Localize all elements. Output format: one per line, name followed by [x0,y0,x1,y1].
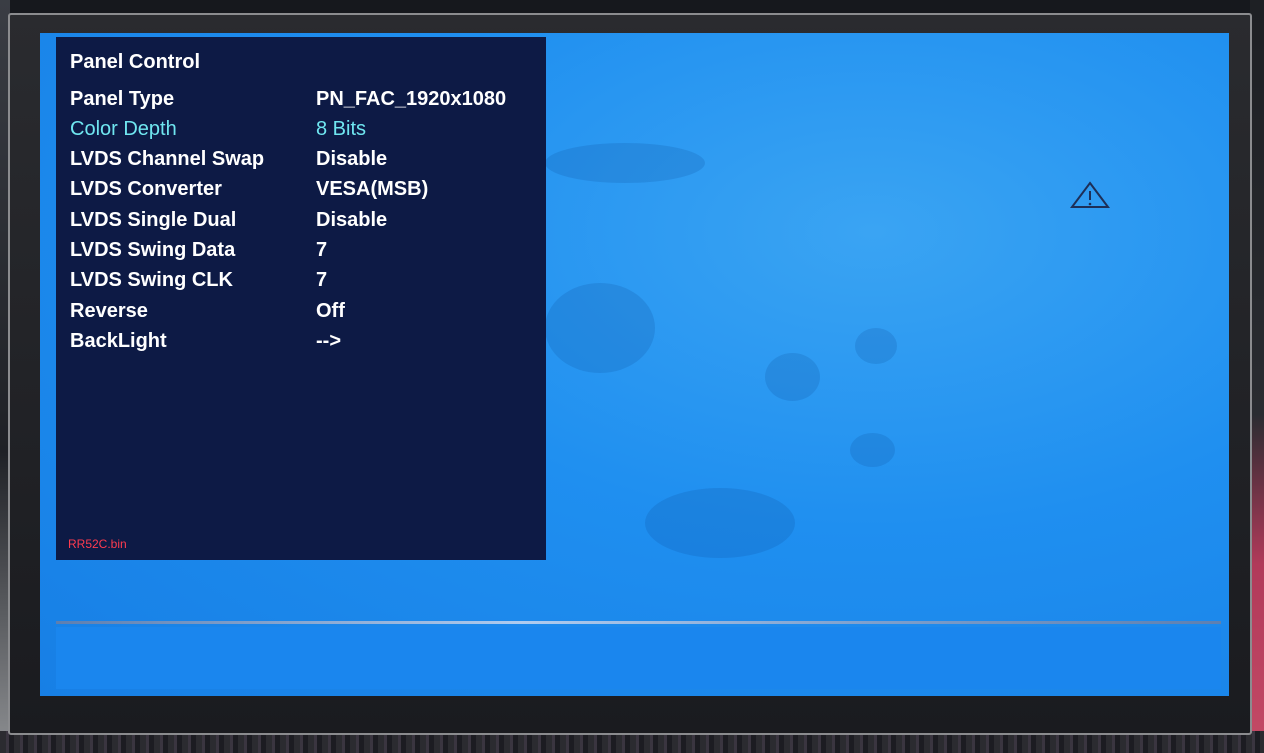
menu-item-value: Disable [316,209,388,231]
menu-item-lvds-single-dual[interactable]: LVDS Single Dual Disable [56,209,546,239]
firmware-file-name: RR52C.bin [68,537,127,551]
screen-line-artifact [56,621,1221,624]
menu-item-value: 7 [316,269,328,291]
warning-triangle-icon [1070,181,1110,208]
screen-blemish [855,328,897,364]
menu-item-lvds-converter[interactable]: LVDS Converter VESA(MSB) [56,178,546,208]
menu-item-lvds-swing-clk[interactable]: LVDS Swing CLK 7 [56,269,546,299]
screen-bottom-band [56,627,1221,689]
menu-item-color-depth[interactable]: Color Depth 8 Bits [56,118,546,148]
background-right [1250,0,1264,753]
screen-blemish [850,433,895,467]
menu-item-value: 8 Bits [316,118,367,140]
menu-item-value: VESA(MSB) [316,178,429,200]
menu-item-label: LVDS Channel Swap [70,148,265,170]
screen-blemish [545,283,655,373]
screen-blemish [545,143,705,183]
menu-item-value: Off [316,300,345,322]
panel-control-menu: Panel Control Panel Type PN_FAC_1920x108… [56,37,546,560]
menu-item-label: LVDS Swing CLK [70,269,233,291]
screen-blemish [765,353,820,401]
menu-title: Panel Control [70,51,201,73]
menu-item-label: LVDS Single Dual [70,209,237,231]
menu-item-value: --> [316,330,341,352]
menu-item-label: Reverse [70,300,148,322]
menu-item-lvds-channel-swap[interactable]: LVDS Channel Swap Disable [56,148,546,178]
menu-item-label: LVDS Swing Data [70,239,236,261]
menu-item-label: Color Depth [70,118,177,140]
menu-item-panel-type[interactable]: Panel Type PN_FAC_1920x1080 [56,88,546,118]
menu-item-reverse[interactable]: Reverse Off [56,300,546,330]
menu-item-value: 7 [316,239,328,261]
menu-item-value: PN_FAC_1920x1080 [316,88,507,110]
menu-item-label: Panel Type [70,88,175,110]
menu-item-lvds-swing-data[interactable]: LVDS Swing Data 7 [56,239,546,269]
menu-item-backlight[interactable]: BackLight --> [56,330,546,360]
menu-item-label: BackLight [70,330,167,352]
monitor-screen: Panel Control Panel Type PN_FAC_1920x108… [40,33,1229,696]
menu-item-value: Disable [316,148,388,170]
screen-blemish [645,488,795,558]
menu-item-label: LVDS Converter [70,178,222,200]
